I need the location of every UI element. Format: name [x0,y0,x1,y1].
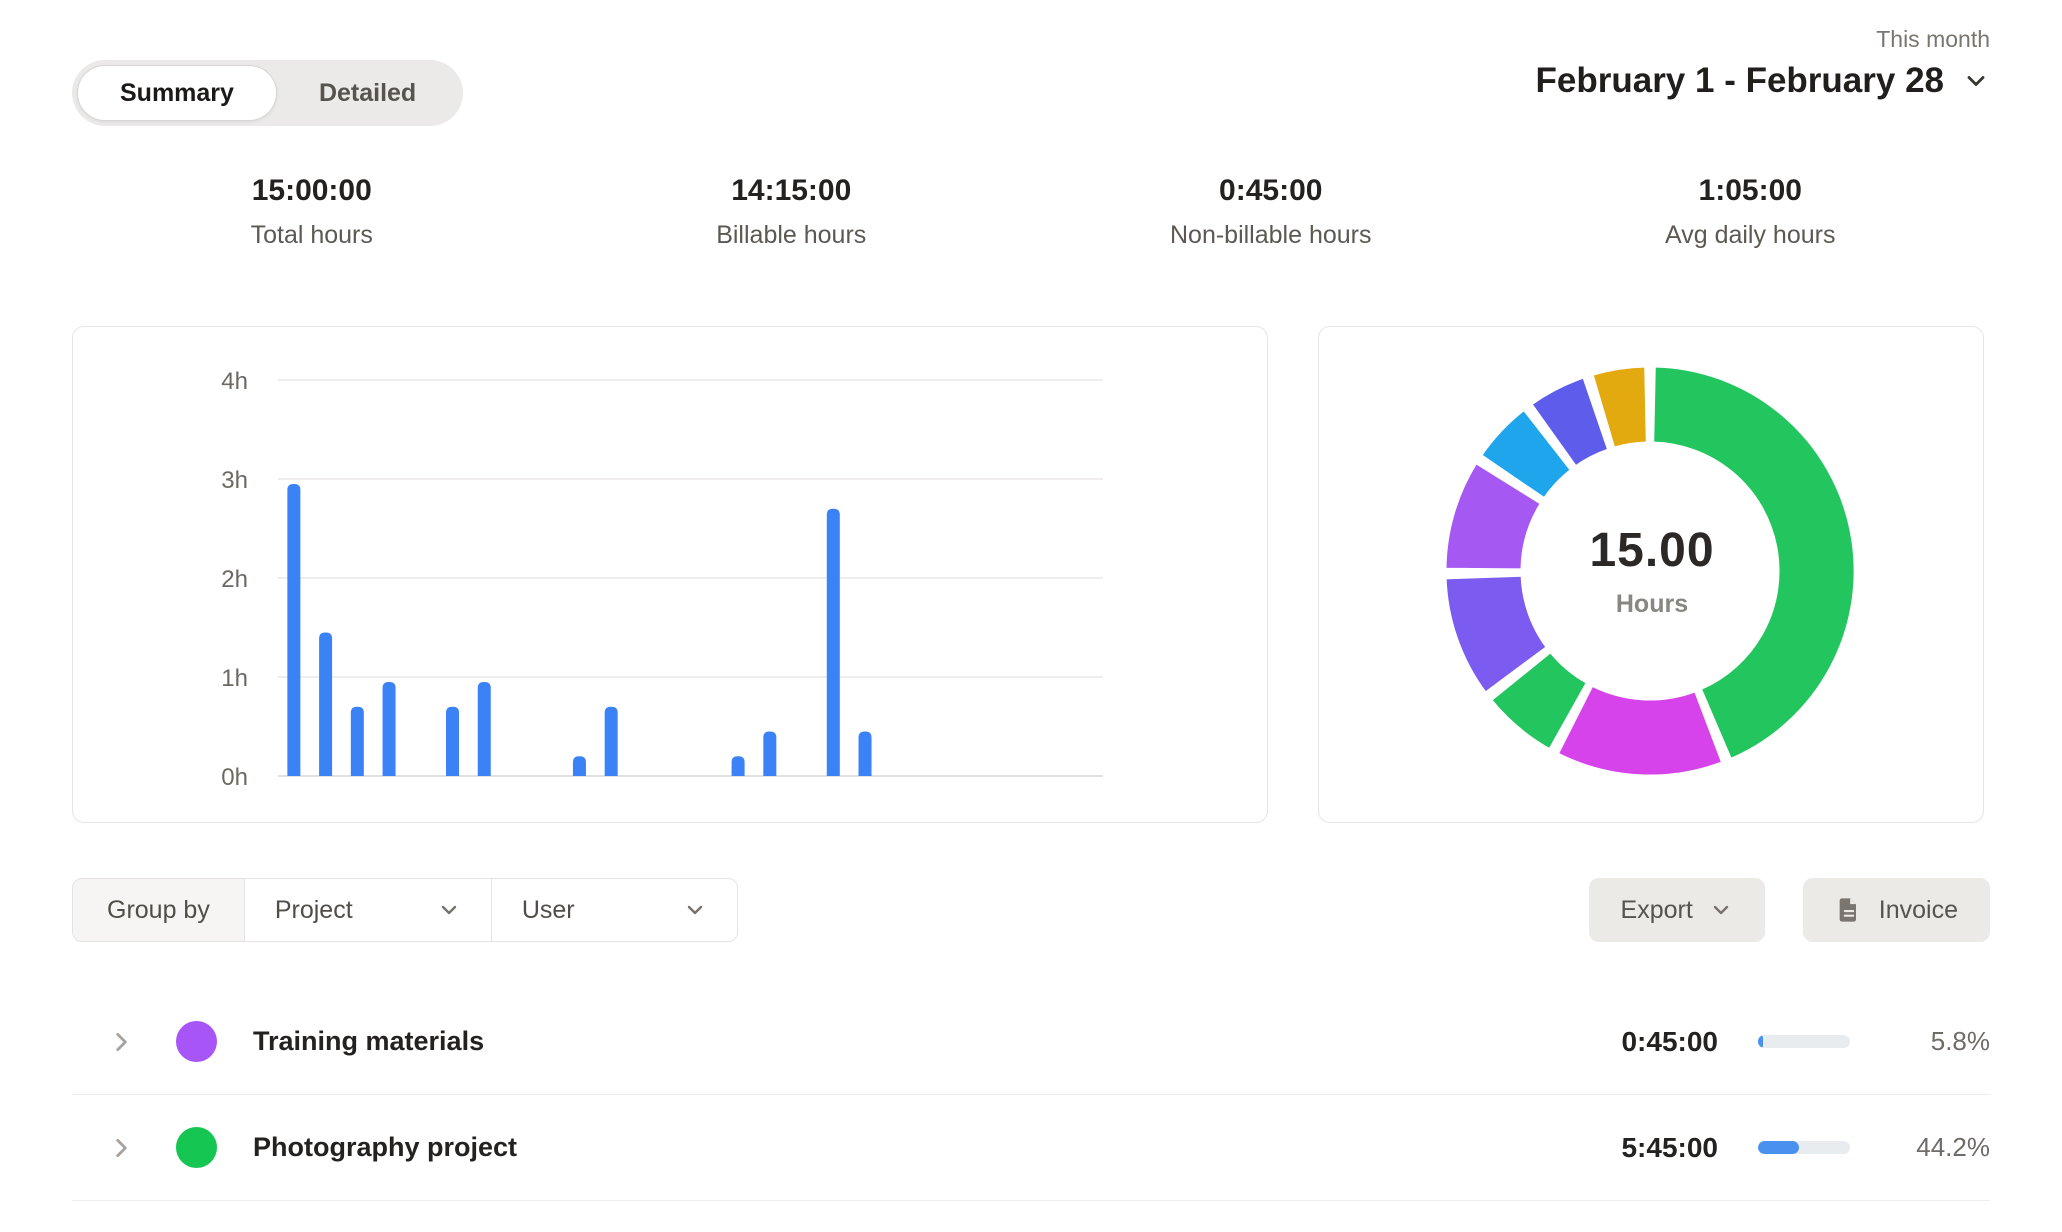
export-label: Export [1621,896,1693,925]
chevron-down-icon [1709,898,1733,922]
bar-chart: 0h 1h 2h 3h 4h [73,327,1266,821]
progress-bar [1758,1035,1850,1048]
stat-label: Non-billable hours [1031,221,1511,250]
group-by-user-dropdown[interactable]: User [491,879,737,941]
bar [351,707,364,776]
y-axis-tick: 0h [221,764,248,791]
group-by-user-value: User [522,896,575,925]
project-color-dot [176,1021,217,1062]
tab-detailed[interactable]: Detailed [277,65,458,121]
y-axis-tick: 2h [221,566,248,593]
progress-bar-fill [1758,1035,1763,1048]
stat-value: 0:45:00 [1031,174,1511,208]
project-name: Training materials [253,1026,484,1057]
chevron-down-icon [437,898,461,922]
group-by-project-dropdown[interactable]: Project [245,879,491,941]
table-row[interactable]: Photography project 5:45:00 44.2% [72,1095,1990,1201]
bar [763,731,776,776]
donut-center: 15.00 Hours [1589,523,1714,619]
stat-label: Total hours [72,221,552,250]
date-range-text: February 1 - February 28 [1536,61,1945,101]
date-range-selector[interactable]: February 1 - February 28 [1536,61,1991,101]
period-label: This month [1536,26,1991,53]
hours-donut-chart-panel: 15.00 Hours [1318,326,1984,823]
stat-label: Avg daily hours [1511,221,1991,250]
stat-total-hours: 15:00:00 Total hours [72,174,552,250]
y-axis-tick: 1h [221,665,248,692]
stat-label: Billable hours [552,221,1032,250]
project-percent: 44.2% [1890,1132,1990,1163]
stat-value: 15:00:00 [72,174,552,208]
invoice-document-icon [1835,896,1863,924]
progress-bar-fill [1758,1141,1799,1154]
bar [605,707,618,776]
bar [859,731,872,776]
stat-billable-hours: 14:15:00 Billable hours [552,174,1032,250]
export-button[interactable]: Export [1589,878,1765,942]
report-page: Summary Detailed This month February 1 -… [0,0,2062,1232]
stat-value: 14:15:00 [552,174,1032,208]
progress-bar [1758,1141,1850,1154]
group-by-project-value: Project [275,896,353,925]
stats-row: 15:00:00 Total hours 14:15:00 Billable h… [72,174,1990,250]
donut-total-hours: 15.00 [1589,523,1714,578]
chevron-right-icon[interactable] [108,1135,134,1161]
project-time: 5:45:00 [1558,1132,1718,1164]
projects-table: Training materials 0:45:00 5.8% Photogra… [72,989,1990,1201]
summary-detailed-toggle: Summary Detailed [72,60,463,126]
controls-row: Group by Project User Export Invoice [72,878,1990,942]
bar [478,682,491,776]
tab-summary[interactable]: Summary [77,65,277,121]
chevron-right-icon[interactable] [108,1029,134,1055]
project-percent: 5.8% [1890,1026,1990,1057]
stat-avg-daily-hours: 1:05:00 Avg daily hours [1511,174,1991,250]
project-time: 0:45:00 [1558,1026,1718,1058]
charts-row: 0h 1h 2h 3h 4h 15.00 Hours [72,326,1990,823]
y-axis-tick: 3h [221,467,248,494]
project-color-dot [176,1127,217,1168]
action-buttons: Export Invoice [1589,878,1990,942]
stat-non-billable-hours: 0:45:00 Non-billable hours [1031,174,1511,250]
bar [446,707,459,776]
project-name: Photography project [253,1132,517,1163]
top-bar: Summary Detailed This month February 1 -… [72,0,1990,126]
chevron-down-icon [1962,67,1990,95]
y-axis-tick: 4h [221,368,248,395]
donut-units-label: Hours [1589,590,1714,619]
group-by-control: Group by Project User [72,878,738,942]
invoice-label: Invoice [1879,896,1958,925]
invoice-button[interactable]: Invoice [1803,878,1990,942]
bar [383,682,396,776]
chevron-down-icon [683,898,707,922]
table-row[interactable]: Training materials 0:45:00 5.8% [72,989,1990,1095]
bar [319,632,332,776]
bar [573,756,586,776]
bar [287,484,300,776]
daily-hours-bar-chart-panel: 0h 1h 2h 3h 4h [72,326,1268,823]
donut-segment [1557,685,1722,776]
group-by-label: Group by [73,879,245,941]
bar [732,756,745,776]
bar [827,509,840,776]
date-range-block: This month February 1 - February 28 [1536,26,1991,101]
stat-value: 1:05:00 [1511,174,1991,208]
